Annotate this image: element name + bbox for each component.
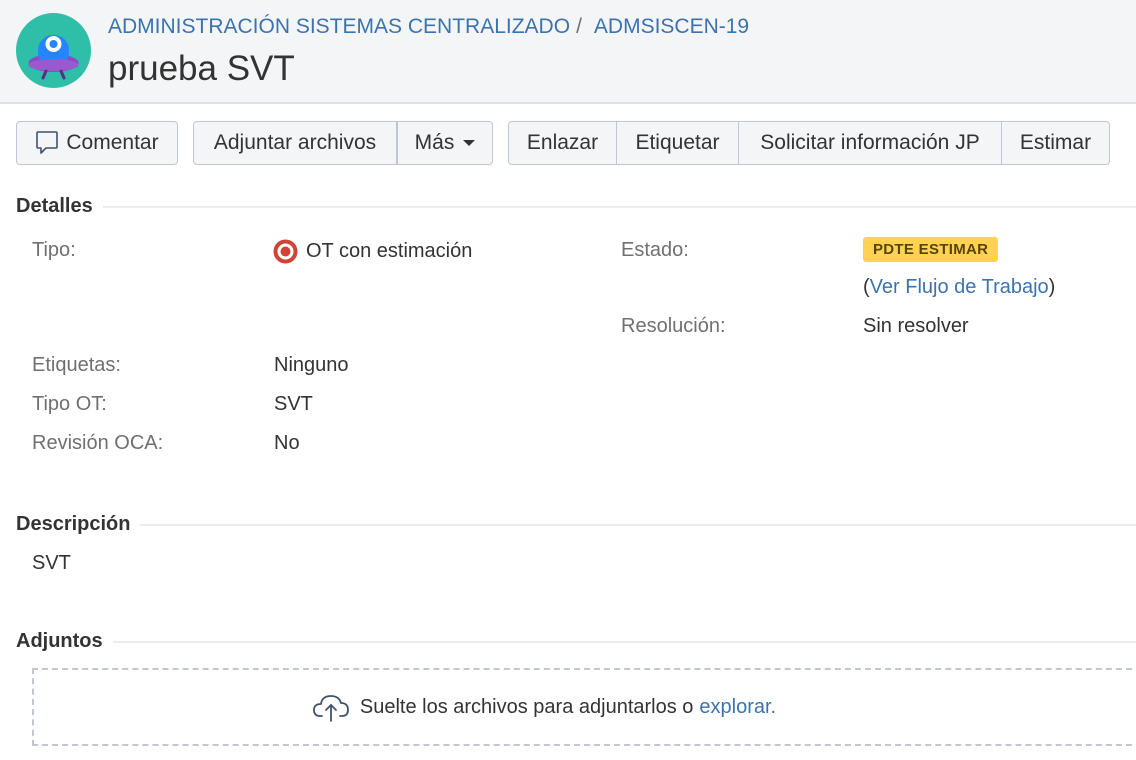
description-divider — [140, 523, 1136, 526]
resolution-label: Resolución: — [621, 315, 726, 337]
description-text[interactable]: SVT — [32, 552, 71, 575]
request-info-button[interactable]: Solicitar información JP — [738, 121, 1002, 165]
description-heading-text: Descripción — [16, 513, 131, 535]
resolution-value: Sin resolver — [863, 315, 969, 337]
ot-type-label: Tipo OT: — [32, 393, 107, 415]
ot-type-value[interactable]: SVT — [274, 393, 313, 416]
comment-button[interactable]: Comentar — [16, 121, 178, 165]
labels-label: Etiquetas: — [32, 354, 121, 376]
details-section-heading[interactable]: Detalles — [16, 195, 1136, 218]
attachments-divider — [112, 640, 1136, 643]
cloud-upload-icon — [312, 695, 349, 722]
label-label: Etiquetar — [635, 131, 720, 154]
attach-files-button[interactable]: Adjuntar archivos — [193, 121, 397, 165]
workflow-open-paren: ( — [863, 276, 870, 298]
label-button[interactable]: Etiquetar — [616, 121, 739, 165]
labels-value[interactable]: Ninguno — [274, 354, 349, 377]
attachments-section-heading[interactable]: Adjuntos — [16, 630, 1136, 653]
chevron-down-icon — [463, 140, 476, 146]
dropzone-text: Suelte los archivos para adjuntarlos o — [359, 695, 694, 718]
breadcrumb-separator: / — [576, 15, 582, 38]
estimate-label: Estimar — [1019, 131, 1092, 154]
link-button[interactable]: Enlazar — [508, 121, 617, 165]
oca-review-value[interactable]: No — [274, 432, 300, 455]
breadcrumb: ADMINISTRACIÓN SISTEMAS CENTRALIZADO / ADM… — [108, 15, 749, 39]
type-label: Tipo: — [32, 239, 76, 261]
project-avatar-icon[interactable] — [16, 13, 91, 88]
type-value-text: OT con estimación — [306, 240, 473, 262]
more-label: Más — [414, 131, 455, 154]
more-dropdown-button[interactable]: Más — [397, 121, 493, 165]
dropzone-content: Suelte los archivos para adjuntarlos o e… — [312, 692, 776, 722]
status-label: Estado: — [621, 239, 689, 261]
browse-files-link[interactable]: explorar. — [699, 696, 776, 719]
link-label: Enlazar — [526, 131, 599, 154]
request-info-label: Solicitar información JP — [760, 131, 980, 154]
page-title[interactable]: prueba SVT — [108, 49, 295, 89]
target-icon — [273, 239, 298, 264]
workflow-link-wrapper: (Ver Flujo de Trabajo) — [863, 276, 1055, 299]
workflow-close-paren: ) — [1048, 276, 1056, 298]
breadcrumb-project-link[interactable]: ADMINISTRACIÓN SISTEMAS CENTRALIZADO — [108, 15, 570, 38]
type-value: OT con estimación — [273, 239, 472, 264]
attach-files-label: Adjuntar archivos — [213, 131, 377, 154]
comment-button-label: Comentar — [66, 131, 159, 154]
attachment-dropzone[interactable]: Suelte los archivos para adjuntarlos o e… — [32, 668, 1136, 746]
details-divider — [102, 205, 1136, 208]
view-workflow-link[interactable]: Ver Flujo de Trabajo — [870, 276, 1049, 298]
description-section-heading[interactable]: Descripción — [16, 513, 1136, 536]
status-badge[interactable]: PDTE ESTIMAR — [863, 237, 999, 262]
breadcrumb-issue-key-link[interactable]: ADMSISCEN-19 — [594, 15, 749, 38]
issue-header: ADMINISTRACIÓN SISTEMAS CENTRALIZADO / ADM… — [0, 0, 1136, 104]
details-heading-text: Detalles — [16, 195, 93, 217]
attachments-heading-text: Adjuntos — [16, 630, 103, 652]
oca-review-label: Revisión OCA: — [32, 432, 164, 454]
comment-icon — [36, 131, 59, 154]
estimate-button[interactable]: Estimar — [1001, 121, 1110, 165]
